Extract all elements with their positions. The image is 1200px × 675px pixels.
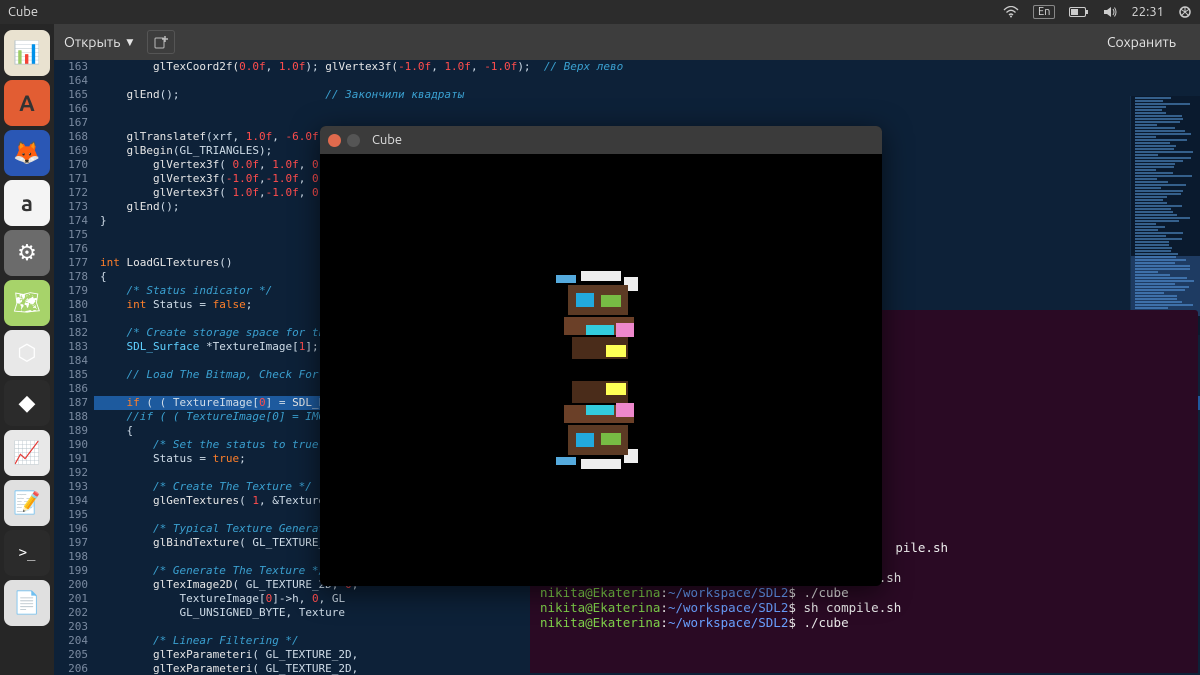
prompt-line: nikita@Ekaterina:~/workspace/SDL2$ sh co… <box>540 600 1188 615</box>
launcher-app-dark[interactable]: ◆ <box>4 380 50 426</box>
clock[interactable]: 22:31 <box>1131 5 1164 19</box>
sprite-bottom <box>546 375 656 475</box>
launcher-text-editor[interactable]: 📝 <box>4 480 50 526</box>
new-tab-button[interactable] <box>147 30 175 54</box>
launcher-libreoffice-impress[interactable]: 📊 <box>4 30 50 76</box>
prompt-line: nikita@Ekaterina:~/workspace/SDL2$ ./cub… <box>540 615 1188 630</box>
minimap-viewport[interactable] <box>1131 256 1200 316</box>
top-panel: Cube En 22:31 <box>0 0 1200 24</box>
cube-titlebar[interactable]: Cube <box>320 126 882 154</box>
launcher-maps[interactable]: 🗺 <box>4 280 50 326</box>
cube-app-window[interactable]: Cube <box>320 126 882 586</box>
battery-icon[interactable] <box>1069 7 1089 17</box>
save-button[interactable]: Сохранить <box>1107 34 1176 50</box>
chevron-down-icon: ▼ <box>126 37 133 48</box>
open-button-label: Открыть <box>64 34 120 50</box>
unity-launcher: 📊A🦊a⚙🗺⬡◆📈📝>_📄 <box>0 24 54 675</box>
volume-icon[interactable] <box>1103 6 1117 18</box>
sprite-top <box>546 265 656 365</box>
cube-canvas <box>320 154 882 586</box>
launcher-amazon[interactable]: a <box>4 180 50 226</box>
launcher-file[interactable]: 📄 <box>4 580 50 626</box>
launcher-monitor[interactable]: 📈 <box>4 430 50 476</box>
save-button-label: Сохранить <box>1107 34 1176 50</box>
prompt-line: nikita@Ekaterina:~/workspace/SDL2$ ./cub… <box>540 585 1188 600</box>
launcher-settings[interactable]: ⚙ <box>4 230 50 276</box>
keyboard-layout-indicator[interactable]: En <box>1033 5 1055 19</box>
line-number-gutter: 1631641651661671681691701711721731741751… <box>54 60 94 675</box>
launcher-app-hex[interactable]: ⬡ <box>4 330 50 376</box>
close-icon[interactable] <box>328 134 341 147</box>
launcher-firefox[interactable]: 🦊 <box>4 130 50 176</box>
minimize-icon[interactable] <box>347 134 360 147</box>
launcher-terminal[interactable]: >_ <box>4 530 50 576</box>
editor-toolbar: Открыть ▼ Сохранить <box>54 24 1200 60</box>
session-icon[interactable] <box>1178 5 1192 19</box>
open-button[interactable]: Открыть ▼ <box>64 34 133 50</box>
wifi-icon[interactable] <box>1003 6 1019 18</box>
cube-window-title: Cube <box>372 133 402 147</box>
active-window-title: Cube <box>8 5 38 19</box>
minimap[interactable] <box>1130 96 1200 335</box>
launcher-ubuntu-software[interactable]: A <box>4 80 50 126</box>
